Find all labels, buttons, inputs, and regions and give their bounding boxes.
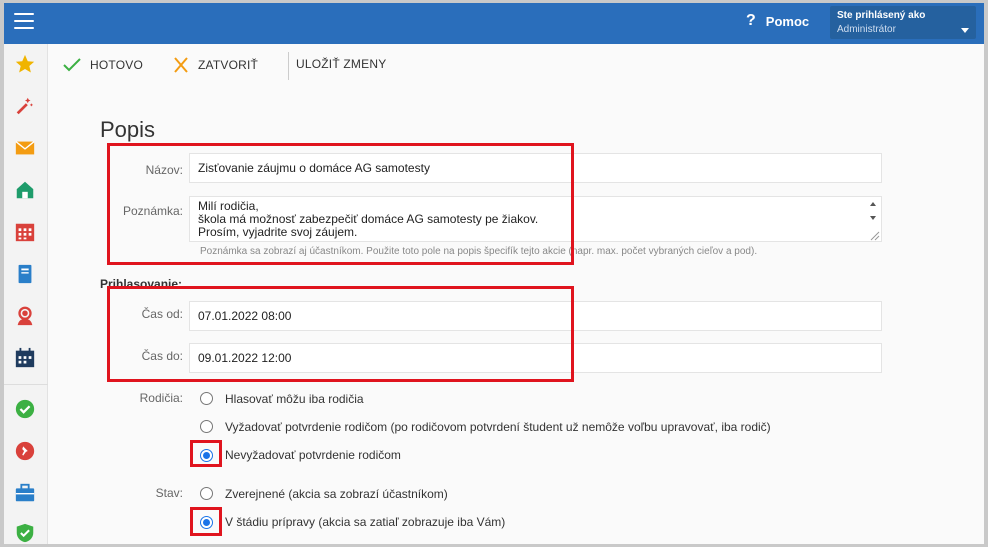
state-label: Stav: (155, 486, 183, 500)
sidebar (4, 44, 48, 544)
parents-radio-1[interactable] (200, 420, 213, 433)
close-icon (174, 57, 188, 73)
calendar-grid-icon[interactable] (14, 221, 36, 243)
app-window: ? Pomoc Ste prihlásený ako Administrátor (4, 3, 984, 544)
highlight-box-time (107, 286, 574, 382)
help-label: Pomoc (765, 13, 810, 29)
chevron-down-icon (961, 28, 969, 33)
sidebar-divider (4, 384, 48, 385)
toolbar: HOTOVO ZATVORIŤ ULOŽIŤ ZMENY (48, 44, 984, 90)
magic-wand-icon[interactable] (14, 95, 36, 117)
parents-label: Rodičia: (139, 391, 183, 405)
menu-icon[interactable] (14, 13, 34, 29)
close-button[interactable]: ZATVORIŤ (172, 57, 258, 73)
state-option-1[interactable]: V štádiu prípravy (akcia sa zatiaľ zobra… (225, 515, 505, 529)
close-label: ZATVORIŤ (198, 58, 259, 72)
user-support-icon[interactable] (14, 305, 36, 327)
user-caption: Ste prihlásený ako (837, 10, 926, 21)
save-changes-button[interactable]: ULOŽIŤ ZMENY (296, 57, 386, 71)
mail-icon[interactable] (14, 137, 36, 159)
highlight-box-parents-radio (190, 440, 222, 467)
help-icon: ? (746, 12, 756, 29)
parents-option-1[interactable]: Vyžadovať potvrdenie rodičom (po rodičov… (225, 420, 771, 434)
check-icon (63, 58, 81, 72)
calendar-icon[interactable] (14, 347, 36, 369)
done-label: HOTOVO (90, 58, 143, 72)
page-title: Popis (100, 117, 156, 142)
highlight-box-state-radio (190, 507, 222, 536)
parents-radio-0[interactable] (200, 392, 213, 405)
parents-option-2[interactable]: Nevyžadovať potvrdenie rodičom (225, 448, 401, 462)
state-option-0[interactable]: Zverejnené (akcia sa zobrazí účastníkom) (225, 487, 448, 501)
toolbar-separator (288, 52, 289, 80)
star-icon[interactable] (14, 53, 36, 75)
highlight-box-description (107, 143, 574, 265)
user-role: Administrátor (837, 24, 896, 35)
save-changes-label: ULOŽIŤ ZMENY (296, 57, 387, 71)
parents-option-0[interactable]: Hlasovať môžu iba rodičia (225, 392, 364, 406)
textarea-scrollbar[interactable] (866, 198, 880, 242)
notebook-icon[interactable] (14, 263, 36, 285)
top-bar: ? Pomoc Ste prihlásený ako Administrátor (4, 3, 984, 44)
user-menu[interactable]: Ste prihlásený ako Administrátor (830, 6, 976, 39)
shield-check-icon[interactable] (14, 522, 36, 544)
help-button[interactable]: ? Pomoc (746, 12, 809, 30)
done-button[interactable]: HOTOVO (62, 57, 143, 73)
check-circle-icon[interactable] (14, 398, 36, 420)
home-icon[interactable] (14, 179, 36, 201)
state-radio-0[interactable] (200, 487, 213, 500)
pin-icon[interactable] (14, 440, 36, 462)
briefcase-icon[interactable] (14, 482, 36, 504)
